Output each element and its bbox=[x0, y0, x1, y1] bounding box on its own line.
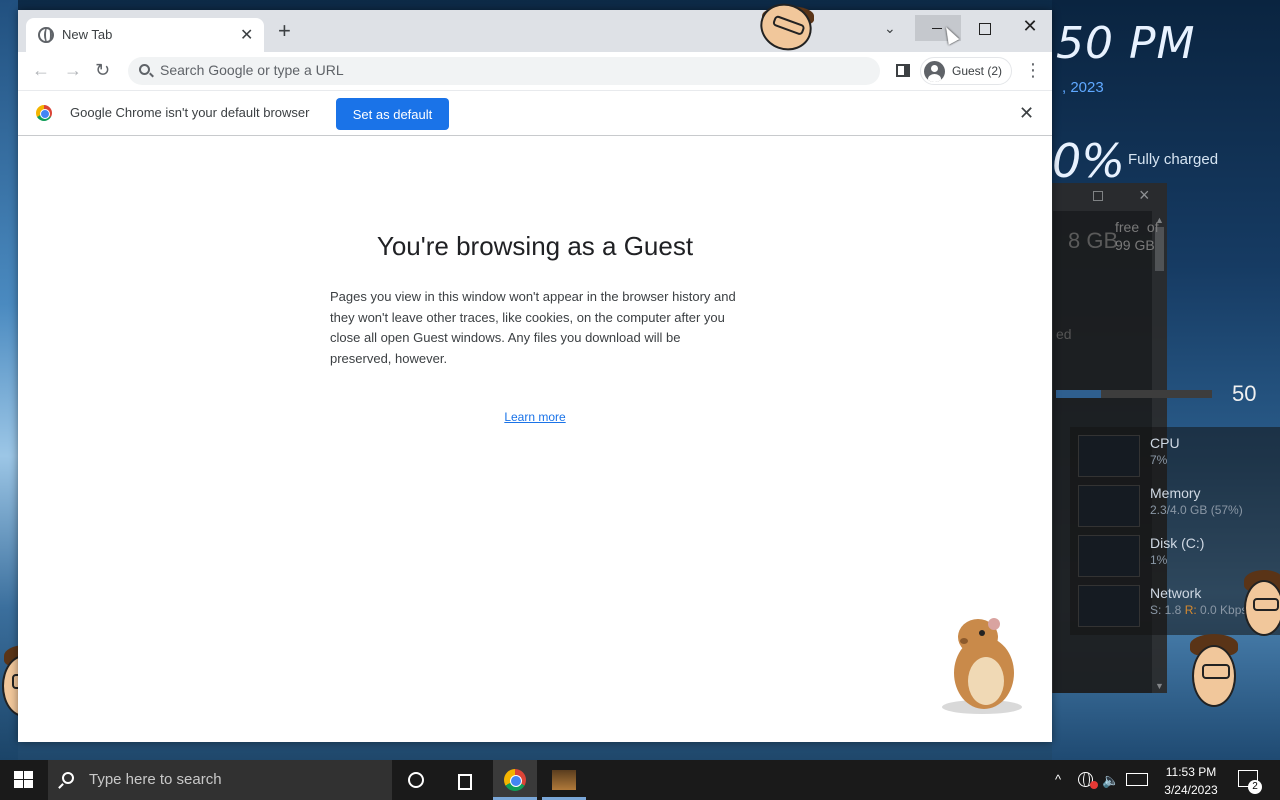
start-button[interactable] bbox=[0, 760, 48, 800]
taskbar-clock[interactable]: 11:53 PM 3/24/2023 bbox=[1150, 763, 1232, 799]
disk-size-label: 8 GB bbox=[1068, 228, 1119, 253]
new-tab-button[interactable]: + bbox=[278, 20, 291, 42]
close-tab-icon[interactable]: ✕ bbox=[240, 25, 253, 45]
cpu-graph[interactable] bbox=[1078, 435, 1140, 477]
reload-button[interactable]: ↻ bbox=[95, 60, 110, 80]
network-error-icon bbox=[1090, 781, 1098, 789]
disk-free-label: free of 99 GB bbox=[1115, 219, 1159, 253]
battery-status: Fully charged bbox=[1128, 151, 1219, 168]
volume-slider[interactable] bbox=[1056, 390, 1212, 398]
taskbar-chrome[interactable] bbox=[493, 760, 537, 800]
perf-sub: 1% bbox=[1150, 553, 1168, 567]
scroll-down-icon[interactable]: ▼ bbox=[1155, 681, 1164, 691]
desktop-clock-widget: 50 PM bbox=[1056, 18, 1196, 69]
close-icon[interactable]: × bbox=[1139, 185, 1150, 206]
app-icon bbox=[552, 770, 576, 790]
partial-label: ed bbox=[1056, 326, 1072, 342]
perf-sub: 2.3/4.0 GB (57%) bbox=[1150, 503, 1243, 517]
perf-name: CPU bbox=[1150, 435, 1180, 451]
memory-graph[interactable] bbox=[1078, 485, 1140, 527]
net-sent: S: 1.8 bbox=[1150, 603, 1185, 617]
guest-description: Pages you view in this window won't appe… bbox=[330, 289, 736, 366]
globe-icon bbox=[38, 27, 54, 43]
show-hidden-icons[interactable]: ^ bbox=[1055, 772, 1061, 787]
tab-strip: New Tab ✕ + ⌄ ✕ bbox=[18, 0, 1053, 58]
browser-toolbar: ← → ↻ Search Google or type a URL Guest … bbox=[18, 52, 1052, 90]
perf-name: Network bbox=[1150, 585, 1202, 601]
taskbar: Type here to search ^ 🔈 11:53 PM 3/24/20… bbox=[0, 760, 1280, 800]
chrome-logo-icon bbox=[36, 105, 52, 121]
battery-percent: 0% bbox=[1052, 134, 1125, 188]
cortana-icon[interactable] bbox=[408, 772, 424, 788]
clock-date: 3/24/2023 bbox=[1164, 783, 1218, 797]
volume-icon[interactable]: 🔈 bbox=[1102, 772, 1119, 789]
taskbar-app[interactable] bbox=[542, 760, 586, 800]
desktop-date-widget: , 2023 bbox=[1062, 79, 1104, 96]
forward-button[interactable]: → bbox=[64, 60, 82, 80]
address-bar[interactable]: Search Google or type a URL bbox=[128, 57, 880, 85]
cartoon-character bbox=[1244, 580, 1280, 636]
default-browser-infobar: Google Chrome isn't your default browser… bbox=[18, 90, 1052, 136]
perf-sub: S: 1.8 R: 0.0 Kbps bbox=[1150, 603, 1247, 617]
clock-time: 11:53 PM bbox=[1165, 765, 1217, 779]
perf-item-disk[interactable]: Disk (C:) 1% bbox=[1150, 535, 1204, 567]
net-recv-label: R: bbox=[1184, 603, 1197, 617]
guest-page: You're browsing as a Guest Pages you vie… bbox=[18, 137, 1052, 742]
hamster-image bbox=[942, 618, 1022, 714]
page-title: You're browsing as a Guest bbox=[376, 231, 694, 261]
address-placeholder: Search Google or type a URL bbox=[160, 62, 344, 78]
task-view-icon[interactable] bbox=[455, 772, 473, 790]
window-close-button[interactable]: ✕ bbox=[1007, 13, 1053, 41]
keyboard-icon[interactable] bbox=[1126, 773, 1148, 786]
taskbar-search[interactable]: Type here to search bbox=[48, 760, 392, 800]
profile-label: Guest (2) bbox=[952, 64, 1003, 78]
net-recv: 0.0 Kbps bbox=[1196, 603, 1248, 617]
search-icon bbox=[139, 64, 150, 75]
slider-value: 50 bbox=[1232, 381, 1257, 406]
infobar-close-icon[interactable]: ✕ bbox=[1019, 103, 1034, 124]
cartoon-character bbox=[753, 0, 819, 58]
side-panel-icon[interactable] bbox=[896, 64, 910, 77]
tab-title: New Tab bbox=[62, 27, 113, 42]
background-window-titlebar: × bbox=[1053, 183, 1167, 211]
disk-graph[interactable] bbox=[1078, 535, 1140, 577]
guest-avatar-icon bbox=[924, 61, 945, 82]
perf-item-cpu[interactable]: CPU 7% bbox=[1150, 435, 1180, 467]
taskbar-search-placeholder: Type here to search bbox=[89, 771, 222, 788]
profile-button[interactable]: Guest (2) bbox=[920, 57, 1012, 85]
perf-name: Memory bbox=[1150, 485, 1201, 501]
back-button[interactable]: ← bbox=[32, 60, 50, 80]
perf-name: Disk (C:) bbox=[1150, 535, 1205, 551]
perf-sub: 7% bbox=[1150, 453, 1168, 467]
perf-item-memory[interactable]: Memory 2.3/4.0 GB (57%) bbox=[1150, 485, 1243, 517]
chrome-icon bbox=[504, 769, 526, 791]
search-icon bbox=[62, 772, 74, 784]
windows-logo-icon bbox=[14, 771, 33, 789]
learn-more-link[interactable]: Learn more bbox=[18, 410, 1052, 424]
tab-search-icon[interactable]: ⌄ bbox=[884, 20, 896, 37]
browser-window: New Tab ✕ + ⌄ ✕ ← → ↻ Search Google or t… bbox=[18, 0, 1053, 742]
tab-new-tab[interactable]: New Tab ✕ bbox=[26, 18, 264, 52]
perf-item-network[interactable]: Network S: 1.8 R: 0.0 Kbps bbox=[1150, 585, 1247, 617]
menu-icon[interactable]: ⋮ bbox=[1024, 60, 1042, 80]
cartoon-character bbox=[1192, 645, 1236, 707]
set-as-default-button[interactable]: Set as default bbox=[336, 98, 449, 130]
maximize-icon[interactable] bbox=[1093, 191, 1103, 201]
network-graph[interactable] bbox=[1078, 585, 1140, 627]
infobar-message: Google Chrome isn't your default browser bbox=[70, 105, 310, 120]
notification-count: 2 bbox=[1248, 780, 1262, 794]
slider-fill bbox=[1056, 390, 1101, 398]
maximize-button[interactable] bbox=[961, 15, 1007, 41]
